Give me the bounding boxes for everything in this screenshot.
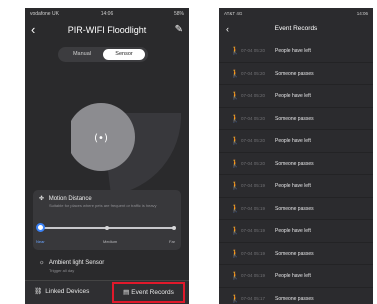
distance-label-near: Near — [36, 239, 45, 244]
event-records-button[interactable]: ▤ Event Records — [112, 282, 185, 303]
record-text: People have left — [275, 138, 311, 144]
distance-label-medium: Medium — [103, 239, 118, 244]
list-item[interactable]: 🚶 07-04 05:19 People have left — [219, 175, 373, 198]
slider-thumb[interactable] — [36, 223, 45, 232]
record-time: 07-04 05:20 — [241, 160, 266, 166]
ambient-light-sensor-row[interactable]: ☼ Ambient light Sensor Trigger all day — [33, 260, 181, 273]
motion-distance-panel: ✤ Motion Distance Suitable for places wh… — [33, 190, 181, 250]
event-records-label: Event Records — [131, 289, 174, 296]
walking-person-icon: 🚶 — [230, 293, 240, 303]
record-text: People have left — [275, 48, 311, 54]
walking-person-icon: 🚶 — [230, 248, 240, 258]
page-title: PIR-WIFI Floodlight — [67, 25, 147, 35]
record-text: Someone passes — [275, 295, 314, 302]
sensor-option[interactable]: Sensor — [103, 49, 145, 60]
list-item[interactable]: 🚶 07-04 05:20 People have left — [219, 85, 373, 108]
status-bar: AT&T 4G 14:06 — [219, 8, 373, 20]
ambient-light-title: Ambient light Sensor — [48, 260, 105, 266]
nav-bar: ‹ Event Records — [219, 20, 373, 40]
event-records-screen: AT&T 4G 14:06 ‹ Event Records 🚶 07-04 05:… — [219, 8, 373, 304]
manual-option[interactable]: Manual — [61, 49, 103, 60]
walking-person-icon: 🚶 — [230, 136, 240, 145]
linked-devices-label: Linked Devices — [45, 288, 90, 295]
status-bar: vodafone UK 14:06 58% — [25, 8, 189, 20]
record-text: People have left — [275, 183, 311, 189]
record-time: 07-04 05:20 — [241, 138, 266, 143]
records-icon: ▤ — [123, 289, 130, 296]
record-time: 07-04 05:19 — [241, 228, 266, 233]
mode-toggle: Manual Sensor — [58, 47, 148, 62]
list-item[interactable]: 🚶 07-04 05:20 People have left — [219, 130, 373, 153]
walking-person-icon: 🚶 — [230, 181, 240, 190]
event-records-list: 🚶 07-04 05:20 People have left 🚶 07-04 05:20… — [219, 40, 373, 304]
nav-bar: ‹ PIR-WIFI Floodlight ✎ — [25, 20, 189, 40]
motion-distance-title: Motion Distance — [48, 196, 92, 202]
record-text: Someone passes — [275, 205, 314, 212]
walking-person-icon: 🚶 — [230, 158, 240, 168]
list-item[interactable]: 🚶 07-04 05:19 Someone passes — [219, 243, 373, 265]
slider-stop-medium[interactable] — [105, 226, 109, 230]
list-item[interactable]: 🚶 07-04 05:19 Someone passes — [219, 198, 373, 220]
record-time: 07-04 05:19 — [241, 183, 266, 188]
distance-slider[interactable] — [36, 223, 176, 232]
record-time: 07-04 05:20 — [241, 70, 266, 76]
record-text: Someone passes — [275, 115, 314, 122]
list-item[interactable]: 🚶 07-04 05:19 People have left — [219, 265, 373, 288]
link-icon: ⛓ — [34, 288, 43, 295]
list-item[interactable]: 🚶 07-04 05:20 Someone passes — [219, 63, 373, 85]
pencil-icon[interactable]: ✎ — [175, 24, 183, 35]
walking-person-icon: 🚶 — [230, 46, 240, 55]
motion-distance-icon: ✤ — [39, 196, 45, 202]
record-time: 07-04 05:20 — [241, 48, 266, 53]
record-time: 07-04 05:19 — [241, 205, 266, 211]
record-time: 07-04 05:19 — [241, 273, 266, 278]
list-item[interactable]: 🚶 07-04 05:20 Someone passes — [219, 108, 373, 130]
page-title: Event Records — [274, 25, 318, 32]
list-item[interactable]: 🚶 07-04 05:20 Someone passes — [219, 153, 373, 175]
clock: 14:06 — [356, 11, 368, 16]
record-text: Someone passes — [275, 70, 314, 77]
walking-person-icon: 🚶 — [230, 91, 240, 100]
carrier-label: AT&T 4G — [224, 11, 243, 16]
battery-level: 58% — [173, 11, 184, 17]
record-time: 07-04 05:17 — [241, 295, 266, 301]
list-item[interactable]: 🚶 07-04 05:17 Someone passes — [219, 288, 373, 304]
walking-person-icon: 🚶 — [230, 113, 240, 123]
distance-label-far: Far — [169, 239, 175, 244]
record-time: 07-04 05:20 — [241, 115, 266, 121]
walking-person-icon: 🚶 — [230, 203, 240, 213]
record-time: 07-04 05:20 — [241, 93, 266, 98]
slider-stop-far[interactable] — [172, 226, 176, 230]
clock: 14:06 — [100, 11, 114, 17]
light-sensor-icon: ☼ — [39, 260, 45, 266]
walking-person-icon: 🚶 — [230, 68, 240, 78]
motion-detection-radar: (•) — [71, 103, 181, 195]
record-text: People have left — [275, 93, 311, 99]
motion-distance-description: Suitable for places where pets are frequ… — [49, 203, 157, 208]
floodlight-settings-screen: vodafone UK 14:06 58% ‹ PIR-WIFI Floodli… — [25, 8, 189, 304]
record-text: People have left — [275, 273, 311, 279]
linked-devices-button[interactable]: ⛓ Linked Devices — [34, 287, 89, 295]
record-text: Someone passes — [275, 160, 314, 167]
ambient-light-description: Trigger all day — [49, 268, 75, 273]
walking-person-icon: 🚶 — [230, 271, 240, 280]
list-item[interactable]: 🚶 07-04 05:19 People have left — [219, 220, 373, 243]
record-text: Someone passes — [275, 250, 314, 257]
walking-person-icon: 🚶 — [230, 226, 240, 235]
motion-signal-icon: (•) — [94, 133, 108, 144]
record-time: 07-04 05:19 — [241, 250, 266, 256]
list-item[interactable]: 🚶 07-04 05:20 People have left — [219, 40, 373, 63]
bottom-action-bar: ⛓ Linked Devices ▤ Event Records — [25, 280, 189, 304]
record-text: People have left — [275, 228, 311, 234]
